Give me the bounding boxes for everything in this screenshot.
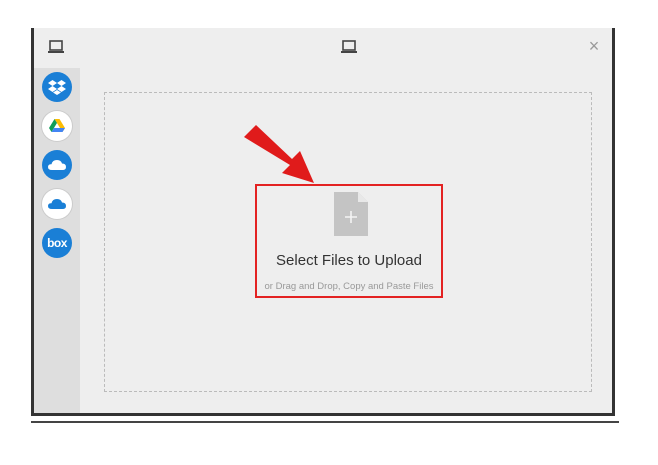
select-files-title: Select Files to Upload <box>276 252 422 269</box>
onedrive-business-icon <box>48 199 66 209</box>
box-icon: box <box>47 236 67 250</box>
google-drive-icon <box>49 119 65 132</box>
device-title-icon <box>341 40 357 53</box>
select-files-subtitle: or Drag and Drop, Copy and Paste Files <box>264 281 434 292</box>
upload-dialog: × box Select Files to Upload or Drag and… <box>31 28 615 416</box>
source-box[interactable]: box <box>42 228 72 258</box>
select-files-button[interactable]: Select Files to Upload or Drag and Drop,… <box>255 184 443 298</box>
pointer-arrow-icon <box>244 125 314 183</box>
source-onedrive[interactable] <box>42 150 72 180</box>
source-onedrive-business[interactable] <box>42 189 72 219</box>
dropbox-icon <box>48 80 66 95</box>
my-device-icon[interactable] <box>48 40 64 54</box>
divider-line <box>31 421 619 423</box>
source-google-drive[interactable] <box>42 111 72 141</box>
add-file-icon <box>334 192 368 236</box>
onedrive-icon <box>48 160 66 170</box>
source-dropbox[interactable] <box>42 72 72 102</box>
close-button[interactable]: × <box>584 36 604 56</box>
source-sidebar: box <box>34 68 80 413</box>
